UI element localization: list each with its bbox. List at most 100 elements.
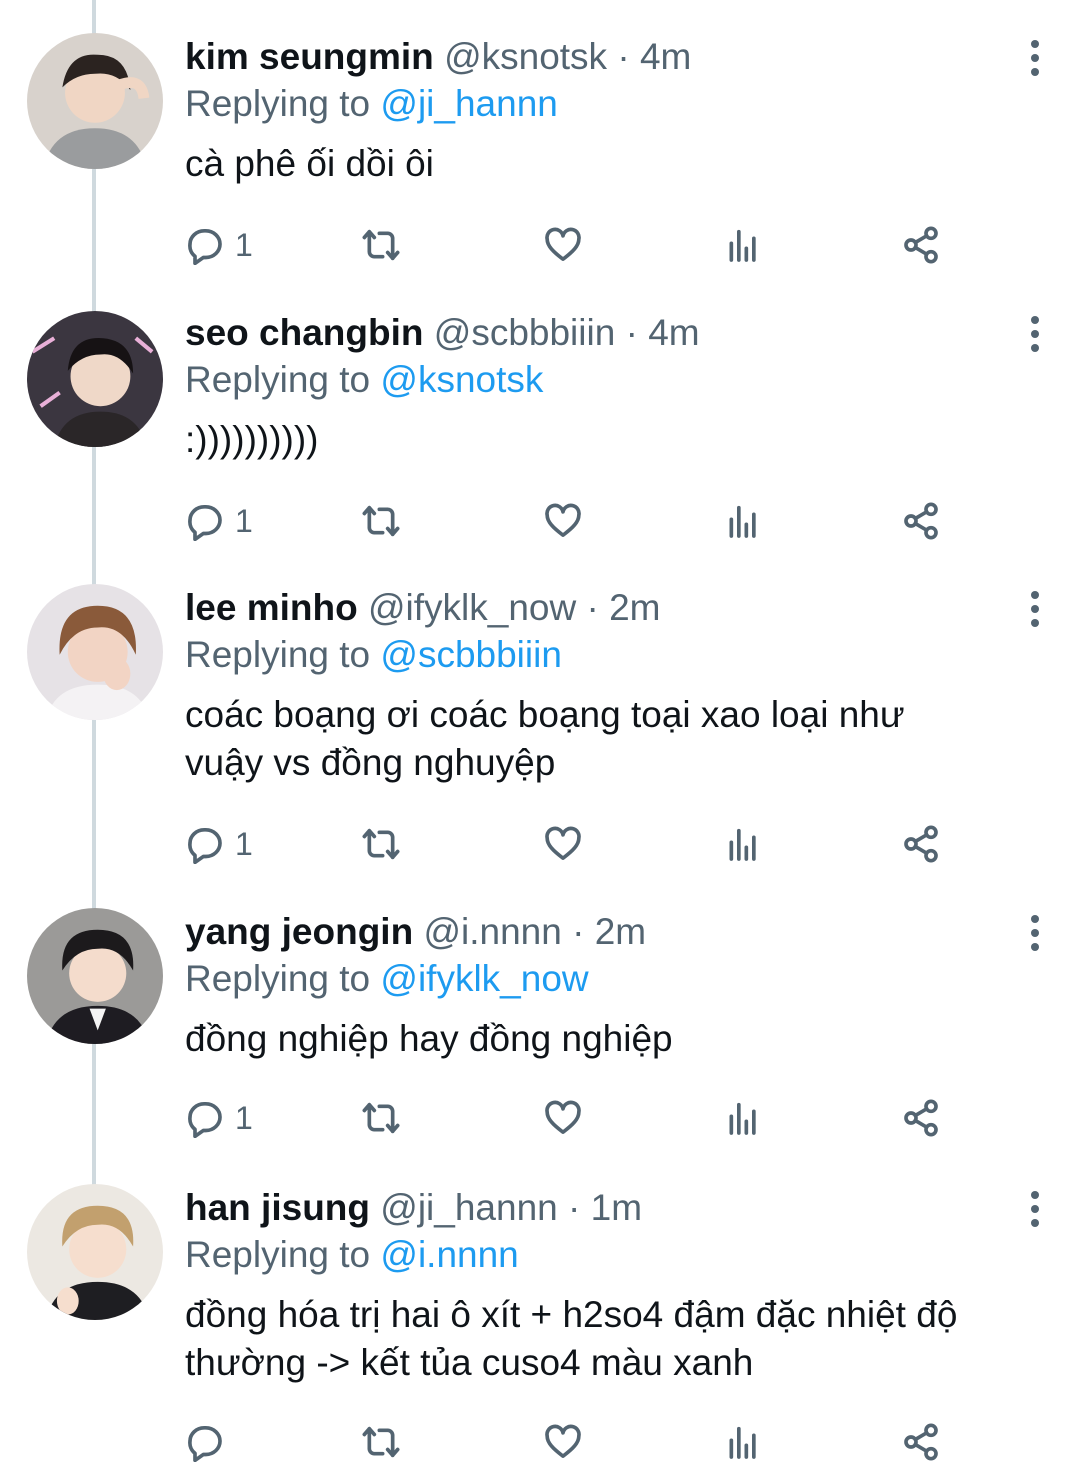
replying-to-label: Replying to bbox=[185, 359, 371, 400]
replying-to-handle[interactable]: @ji_hannn bbox=[380, 83, 557, 124]
share-button[interactable] bbox=[901, 496, 941, 546]
tweet-text-line: đồng hóa trị hai ô xít + h2so4 đậm đặc n… bbox=[185, 1294, 958, 1335]
retweet-icon bbox=[362, 1102, 400, 1134]
replying-to: Replying to @ji_hannn bbox=[185, 81, 558, 127]
analytics-button[interactable] bbox=[723, 1093, 763, 1143]
replying-to: Replying to @ksnotsk bbox=[185, 357, 543, 403]
timestamp[interactable]: 2m bbox=[595, 911, 646, 952]
tweet-text-line: thường -> kết tủa cuso4 màu xanh bbox=[185, 1342, 754, 1383]
share-button[interactable] bbox=[901, 1417, 941, 1467]
replying-to: Replying to @scbbbiiin bbox=[185, 632, 562, 678]
share-button[interactable] bbox=[901, 220, 941, 270]
like-button[interactable] bbox=[543, 496, 583, 546]
tweet-text: đồng hóa trị hai ô xít + h2so4 đậm đặc n… bbox=[185, 1291, 1055, 1387]
reply-button[interactable]: 1 bbox=[185, 819, 253, 869]
timestamp[interactable]: 4m bbox=[640, 36, 691, 77]
replying-to-label: Replying to bbox=[185, 958, 371, 999]
timestamp[interactable]: 4m bbox=[648, 312, 699, 353]
replying-to: Replying to @ifyklk_now bbox=[185, 956, 589, 1002]
reply-button[interactable]: 1 bbox=[185, 1093, 253, 1143]
replying-to-handle[interactable]: @scbbbiiin bbox=[380, 634, 562, 675]
tweet-text: coác boạng ơi coác boạng toại xao loại n… bbox=[185, 691, 1055, 787]
display-name[interactable]: yang jeongin bbox=[185, 911, 413, 952]
tweet[interactable]: kim seungmin @ksnotsk · 4m Replying to @… bbox=[0, 0, 1079, 276]
display-name[interactable]: seo changbin bbox=[185, 312, 423, 353]
action-bar: 1 bbox=[185, 1093, 965, 1143]
user-handle[interactable]: @ksnotsk bbox=[444, 36, 607, 77]
like-icon bbox=[545, 503, 581, 537]
reply-count: 1 bbox=[235, 1099, 253, 1136]
replying-to-label: Replying to bbox=[185, 634, 371, 675]
separator-dot: · bbox=[572, 911, 585, 952]
share-icon bbox=[904, 1423, 938, 1461]
analytics-button[interactable] bbox=[723, 819, 763, 869]
share-icon bbox=[904, 1099, 938, 1137]
share-icon bbox=[904, 502, 938, 540]
timestamp[interactable]: 1m bbox=[591, 1187, 642, 1228]
user-handle[interactable]: @ifyklk_now bbox=[368, 587, 576, 628]
avatar[interactable] bbox=[27, 33, 163, 169]
reply-count: 1 bbox=[235, 226, 253, 263]
retweet-icon bbox=[362, 229, 400, 261]
analytics-button[interactable] bbox=[723, 220, 763, 270]
share-button[interactable] bbox=[901, 1093, 941, 1143]
share-icon bbox=[904, 825, 938, 863]
avatar[interactable] bbox=[27, 908, 163, 1044]
like-button[interactable] bbox=[543, 819, 583, 869]
more-options-icon[interactable] bbox=[1023, 591, 1047, 627]
tweet[interactable]: han jisung @ji_hannn · 1m Replying to @i… bbox=[0, 1151, 1079, 1472]
timestamp[interactable]: 2m bbox=[609, 587, 660, 628]
retweet-button[interactable] bbox=[361, 1417, 401, 1467]
more-options-icon[interactable] bbox=[1023, 40, 1047, 76]
action-bar: 1 bbox=[185, 819, 965, 869]
more-options-icon[interactable] bbox=[1023, 316, 1047, 352]
retweet-icon bbox=[362, 505, 400, 537]
tweet-text: :)))))))))) bbox=[185, 416, 1055, 464]
tweet[interactable]: yang jeongin @i.nnnn · 2m Replying to @i… bbox=[0, 875, 1079, 1151]
avatar[interactable] bbox=[27, 311, 163, 447]
replying-to: Replying to @i.nnnn bbox=[185, 1232, 519, 1278]
retweet-icon bbox=[362, 1426, 400, 1458]
avatar[interactable] bbox=[27, 1184, 163, 1320]
replying-to-handle[interactable]: @ifyklk_now bbox=[380, 958, 588, 999]
more-options-icon[interactable] bbox=[1023, 1191, 1047, 1227]
share-icon bbox=[904, 226, 938, 264]
tweet[interactable]: seo changbin @scbbbiiin · 4m Replying to… bbox=[0, 276, 1079, 551]
reply-icon bbox=[188, 229, 222, 265]
replying-to-handle[interactable]: @i.nnnn bbox=[380, 1234, 518, 1275]
share-button[interactable] bbox=[901, 819, 941, 869]
more-options-icon[interactable] bbox=[1023, 915, 1047, 951]
display-name[interactable]: kim seungmin bbox=[185, 36, 434, 77]
action-bar: 1 bbox=[185, 220, 965, 270]
avatar[interactable] bbox=[27, 584, 163, 720]
reply-button[interactable] bbox=[185, 1417, 235, 1467]
analytics-icon bbox=[729, 505, 756, 538]
retweet-button[interactable] bbox=[361, 220, 401, 270]
like-button[interactable] bbox=[543, 1093, 583, 1143]
retweet-button[interactable] bbox=[361, 819, 401, 869]
separator-dot: · bbox=[617, 36, 630, 77]
display-name[interactable]: han jisung bbox=[185, 1187, 370, 1228]
reply-icon bbox=[188, 505, 222, 541]
display-name[interactable]: lee minho bbox=[185, 587, 358, 628]
user-handle[interactable]: @scbbbiiin bbox=[434, 312, 616, 353]
analytics-button[interactable] bbox=[723, 496, 763, 546]
tweet-header: han jisung @ji_hannn · 1m bbox=[185, 1185, 642, 1231]
retweet-button[interactable] bbox=[361, 496, 401, 546]
replying-to-handle[interactable]: @ksnotsk bbox=[380, 359, 543, 400]
tweet[interactable]: lee minho @ifyklk_now · 2m Replying to @… bbox=[0, 551, 1079, 875]
reply-button[interactable]: 1 bbox=[185, 496, 253, 546]
tweet-text-line: coác boạng ơi coác boạng toại xao loại n… bbox=[185, 694, 905, 735]
tweet-text: đồng nghiệp hay đồng nghiệp bbox=[185, 1015, 1055, 1063]
user-handle[interactable]: @ji_hannn bbox=[380, 1187, 557, 1228]
like-icon bbox=[545, 1100, 581, 1134]
retweet-button[interactable] bbox=[361, 1093, 401, 1143]
like-button[interactable] bbox=[543, 220, 583, 270]
reply-button[interactable]: 1 bbox=[185, 220, 253, 270]
like-icon bbox=[545, 1424, 581, 1458]
replying-to-label: Replying to bbox=[185, 83, 371, 124]
analytics-button[interactable] bbox=[723, 1417, 763, 1467]
like-button[interactable] bbox=[543, 1417, 583, 1467]
reply-icon bbox=[188, 828, 222, 864]
user-handle[interactable]: @i.nnnn bbox=[423, 911, 561, 952]
